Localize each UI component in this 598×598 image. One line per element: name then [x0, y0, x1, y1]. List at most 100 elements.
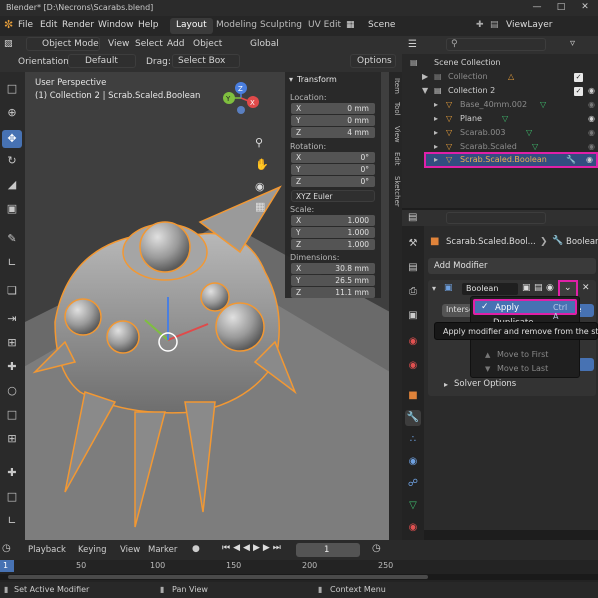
tool-tab-icon[interactable]: ⚒: [405, 236, 421, 252]
menu-help[interactable]: Help: [138, 20, 159, 30]
move-to-first-menu-item[interactable]: Move to First: [497, 350, 548, 359]
smooth-icon[interactable]: □: [2, 488, 22, 506]
menu-playback[interactable]: Playback: [28, 545, 66, 555]
current-frame-field[interactable]: 1: [296, 543, 360, 557]
collapse-arrow-icon[interactable]: ▾: [432, 284, 436, 293]
exclude-checkbox[interactable]: ✓: [574, 73, 583, 82]
timeline-type-icon[interactable]: ◷: [2, 543, 11, 554]
tab-item[interactable]: Item: [390, 78, 401, 94]
add-scene-icon[interactable]: ✚: [476, 20, 484, 30]
world-tab-icon[interactable]: ◉: [405, 358, 421, 374]
grid-icon[interactable]: ▦: [255, 200, 265, 213]
dimension-x-field[interactable]: X 30.8 mm: [291, 263, 375, 274]
scene-tab-icon[interactable]: ◉: [405, 334, 421, 350]
shear-icon[interactable]: ∟: [2, 512, 22, 530]
render-icon[interactable]: ◉: [546, 283, 554, 293]
rotation-x-field[interactable]: X 0°: [291, 152, 375, 163]
tab-edit[interactable]: Edit: [390, 152, 401, 166]
knife-icon[interactable]: □: [2, 406, 22, 424]
clock-icon[interactable]: ◷: [372, 543, 381, 554]
cursor-icon[interactable]: ⊕: [2, 104, 22, 122]
dimension-z-field[interactable]: Z 11.1 mm: [291, 287, 375, 298]
orientation-select[interactable]: Default: [68, 54, 136, 68]
apply-menu-item[interactable]: ✓ Apply Ctrl A: [473, 299, 577, 321]
maximize-icon[interactable]: □: [552, 2, 570, 14]
collapse-arrow-icon[interactable]: ▾: [289, 75, 293, 84]
add-modifier-button[interactable]: Add Modifier: [428, 258, 596, 274]
render-tab-icon[interactable]: ▤: [405, 260, 421, 276]
zoom-icon[interactable]: ⚲: [255, 136, 263, 149]
location-y-field[interactable]: Y0 mm: [291, 115, 375, 126]
loop-cut-icon[interactable]: ○: [2, 382, 22, 400]
solver-exact-button[interactable]: [578, 358, 594, 371]
filter-icon[interactable]: ▿: [570, 38, 575, 49]
viewport-display-icon[interactable]: ▤: [534, 283, 543, 293]
output-tab-icon[interactable]: ⎙: [405, 284, 421, 300]
outliner-row[interactable]: ▸ ▽ Scarab.003 ▽ ◉: [402, 126, 598, 140]
playback-controls[interactable]: ⏮◀◀▶▶⏭: [222, 543, 284, 553]
editor-type-icon[interactable]: ▧: [4, 39, 13, 49]
outliner-type-icon[interactable]: ☰: [408, 39, 417, 50]
menu-render[interactable]: Render: [62, 20, 94, 30]
mode-select[interactable]: Object Mode: [26, 37, 100, 51]
view-layer-name[interactable]: ViewLayer: [506, 20, 552, 30]
properties-type-icon[interactable]: ▤: [408, 212, 417, 223]
add-cube-icon[interactable]: ❏: [2, 282, 22, 300]
view-layer-icon[interactable]: ▤: [490, 20, 499, 30]
menu-object[interactable]: Object: [193, 39, 222, 49]
outliner-row[interactable]: ▼ ▤ Collection 2 ✓ ◉: [402, 84, 598, 98]
transform-icon[interactable]: ▣: [2, 200, 22, 218]
scene-icon[interactable]: ▦: [346, 20, 355, 30]
exclude-checkbox[interactable]: ✓: [574, 87, 583, 96]
rotation-y-field[interactable]: Y 0°: [291, 164, 375, 175]
constraints-tab-icon[interactable]: ☍: [405, 476, 421, 492]
scrollbar-thumb[interactable]: [8, 575, 428, 579]
timeline-frames[interactable]: 1 50 100 150 200 250: [0, 560, 598, 582]
close-icon[interactable]: ✕: [576, 2, 594, 14]
location-x-field[interactable]: X0 mm: [291, 103, 375, 114]
rotate-icon[interactable]: ↻: [2, 152, 22, 170]
menu-add[interactable]: Add: [167, 39, 184, 49]
remove-modifier-icon[interactable]: ✕: [582, 283, 590, 293]
annotate-icon[interactable]: ✎: [2, 230, 22, 248]
modifier-name-field[interactable]: Boolean: [462, 283, 518, 295]
outliner-row[interactable]: ▸ ▽ Plane ▽ ◉: [402, 112, 598, 126]
modifier-tab-icon[interactable]: 🔧: [405, 410, 421, 426]
select-box-icon[interactable]: □: [2, 80, 22, 98]
spin-icon[interactable]: ✚: [2, 464, 22, 482]
scene-name[interactable]: Scene: [368, 20, 395, 30]
menu-marker[interactable]: Marker: [148, 545, 177, 555]
view-layer-tab-icon[interactable]: ▣: [405, 308, 421, 324]
scene-collection-row[interactable]: ▤ Scene Collection: [402, 56, 598, 70]
menu-keying[interactable]: Keying: [78, 545, 107, 555]
location-z-field[interactable]: Z4 mm: [291, 127, 375, 138]
bevel-icon[interactable]: ✚: [2, 358, 22, 376]
transform-orientation[interactable]: Global: [250, 39, 279, 49]
solver-options-label[interactable]: Solver Options: [454, 379, 516, 389]
outliner-row[interactable]: ▶ ▤ Collection △ ✓: [402, 70, 598, 84]
scale-z-field[interactable]: Z 1.000: [291, 239, 375, 250]
record-icon[interactable]: ●: [192, 544, 200, 554]
edit-mode-icon[interactable]: ▣: [522, 283, 531, 293]
properties-search-input[interactable]: [446, 212, 546, 224]
rotation-mode-select[interactable]: XYZ Euler: [291, 190, 375, 202]
blender-logo-icon[interactable]: ✼: [4, 18, 13, 31]
drag-select[interactable]: Select Box: [172, 54, 240, 68]
tab-tool[interactable]: Tool: [390, 102, 401, 116]
tab-layout[interactable]: Layout: [170, 18, 213, 34]
tab-sketcher[interactable]: Sketcher: [390, 176, 401, 207]
options-button[interactable]: Options: [350, 54, 396, 68]
data-tab-icon[interactable]: ▽: [405, 498, 421, 514]
scale-y-field[interactable]: Y 1.000: [291, 227, 375, 238]
timeline-scrollbar[interactable]: [0, 574, 598, 580]
menu-file[interactable]: File: [18, 20, 33, 30]
pan-hand-icon[interactable]: ✋: [255, 158, 269, 171]
scale-icon[interactable]: ◢: [2, 176, 22, 194]
dimension-y-field[interactable]: Y 26.5 mm: [291, 275, 375, 286]
particles-tab-icon[interactable]: ∴: [405, 432, 421, 448]
outliner-search-input[interactable]: ⚲: [446, 38, 546, 51]
object-tab-icon[interactable]: ■: [405, 388, 421, 404]
camera-icon[interactable]: ◉: [255, 180, 265, 193]
physics-tab-icon[interactable]: ◉: [405, 454, 421, 470]
tab-sculpting[interactable]: Sculpting: [254, 18, 308, 34]
